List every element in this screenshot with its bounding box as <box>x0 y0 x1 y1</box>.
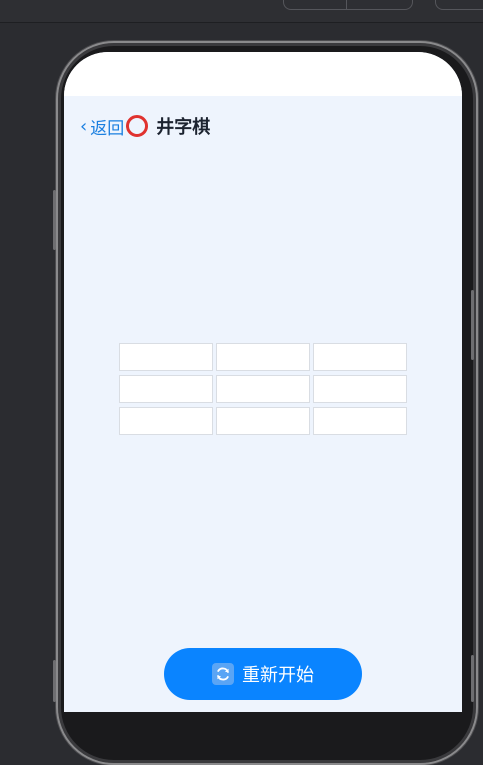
page-title-text: 井字棋 <box>156 117 211 138</box>
red-circle-icon <box>126 115 149 137</box>
board-cell[interactable] <box>216 407 310 435</box>
status-bar <box>64 52 462 96</box>
phone-side-button <box>53 190 56 250</box>
toolbar-button-group[interactable] <box>283 0 413 10</box>
board-cell[interactable] <box>119 343 213 371</box>
phone-side-button <box>471 655 474 702</box>
phone-side-button <box>471 290 474 360</box>
page-header: ‹ 返回 井字棋 <box>80 113 210 139</box>
toolbar-divider <box>346 0 347 9</box>
board-cell[interactable] <box>119 375 213 403</box>
back-label: 返回 <box>90 118 125 139</box>
restart-label: 重新开始 <box>242 665 314 686</box>
restart-button[interactable]: 重新开始 <box>164 648 362 700</box>
board-cell[interactable] <box>119 407 213 435</box>
page-title: 井字棋 <box>126 113 210 139</box>
back-button[interactable]: ‹ 返回 <box>80 114 124 139</box>
phone-screen: ‹ 返回 井字棋 重新开始 <box>64 52 462 712</box>
board-cell[interactable] <box>313 375 407 403</box>
phone-side-button <box>53 660 56 702</box>
chevron-left-icon: ‹ <box>80 115 88 137</box>
board-cell[interactable] <box>313 343 407 371</box>
board-cell[interactable] <box>216 375 310 403</box>
tic-tac-toe-board <box>119 343 407 437</box>
board-cell[interactable] <box>313 407 407 435</box>
toolbar-button[interactable] <box>435 0 483 10</box>
board-cell[interactable] <box>216 343 310 371</box>
refresh-icon <box>212 663 234 685</box>
editor-top-bar <box>0 0 483 23</box>
